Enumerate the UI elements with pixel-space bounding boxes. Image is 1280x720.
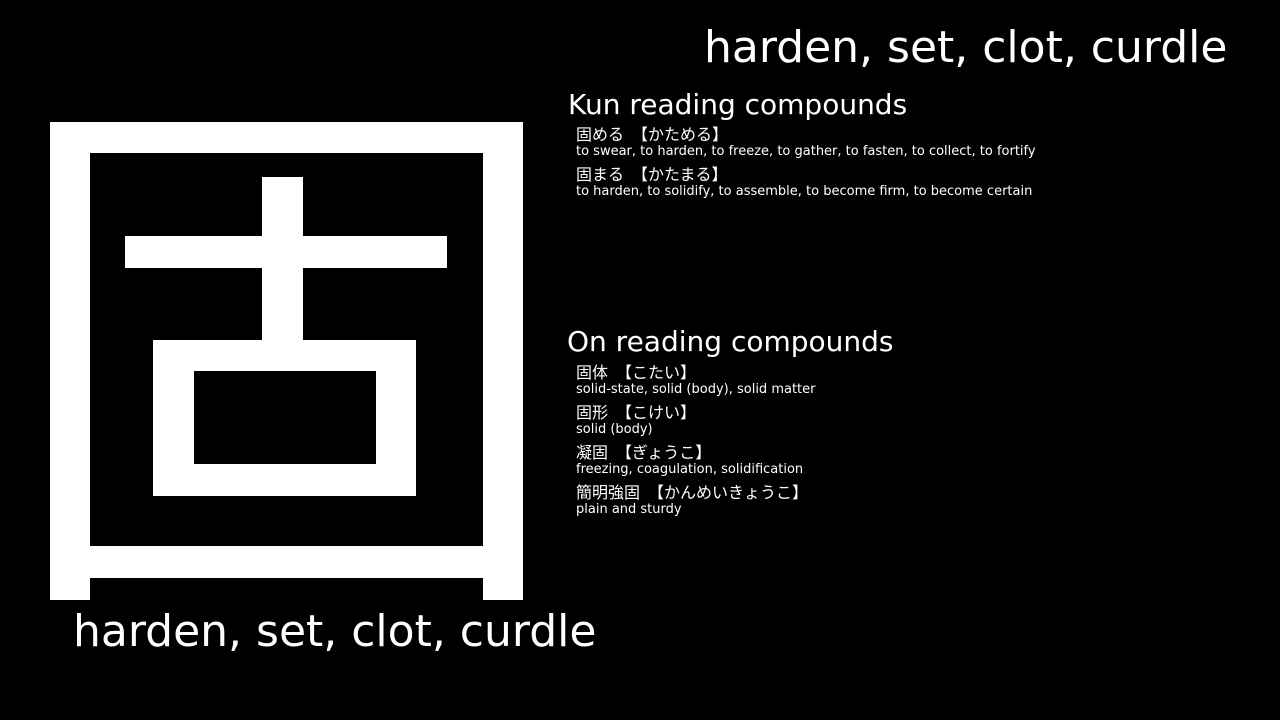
compound-gloss: solid (body)	[576, 422, 653, 437]
compound-gloss: freezing, coagulation, solidification	[576, 462, 804, 477]
compound-heading: 固体 【こたい】	[576, 363, 1256, 382]
kun-compound-list: 固める 【かためる】 to swear, to harden, to freeze…	[576, 125, 1256, 205]
kun-compound-item: 固める 【かためる】 to swear, to harden, to freeze…	[576, 125, 1256, 160]
kanji-stroke-frame-bottom	[50, 546, 523, 578]
compound-reading: 【かためる】	[632, 125, 729, 144]
on-compound-item: 固形 【こけい】 solid (body)	[576, 403, 1256, 438]
on-compound-list: 固体 【こたい】 solid-state, solid (body), solid…	[576, 363, 1256, 523]
kanji-glyph	[40, 110, 534, 610]
compound-gloss: plain and sturdy	[576, 502, 682, 517]
compound-word: 簡明強固	[576, 483, 641, 502]
compound-heading: 簡明強固 【かんめいきょうこ】	[576, 483, 1256, 502]
compound-heading: 固形 【こけい】	[576, 403, 1256, 422]
kanji-stroke-frame-top	[50, 122, 523, 153]
kanji-stroke-vertical	[262, 177, 303, 341]
on-compound-item: 簡明強固 【かんめいきょうこ】 plain and sturdy	[576, 483, 1256, 518]
compound-gloss: solid-state, solid (body), solid matter	[576, 382, 816, 397]
kun-section-title: Kun reading compounds	[568, 88, 908, 121]
kanji-stroke-mouth-bottom	[153, 464, 416, 496]
kanji-stroke-frame-left	[50, 122, 90, 600]
compound-word: 固形	[576, 403, 609, 422]
compound-heading: 固める 【かためる】	[576, 125, 1256, 144]
compound-gloss: to harden, to solidify, to assemble, to …	[576, 184, 1033, 199]
compound-word: 凝固	[576, 443, 609, 462]
compound-reading: 【こけい】	[616, 403, 697, 422]
kanji-glyph-icon	[50, 122, 523, 600]
compound-word: 固体	[576, 363, 609, 382]
compound-reading: 【かたまる】	[632, 165, 728, 184]
compound-reading: 【ぎょうこ】	[616, 443, 712, 462]
compound-heading: 凝固 【ぎょうこ】	[576, 443, 1256, 462]
kanji-meaning-footer: harden, set, clot, curdle	[73, 606, 597, 657]
on-compound-item: 固体 【こたい】 solid-state, solid (body), solid…	[576, 363, 1256, 398]
compound-reading: 【こたい】	[616, 363, 697, 382]
compound-gloss: to swear, to harden, to freeze, to gathe…	[576, 144, 1036, 159]
compound-heading: 固まる 【かたまる】	[576, 165, 1256, 184]
compound-word: 固まる	[576, 165, 625, 184]
kanji-stroke-frame-right	[483, 122, 523, 600]
on-compound-item: 凝固 【ぎょうこ】 freezing, coagulation, solidifi…	[576, 443, 1256, 478]
kun-compound-item: 固まる 【かたまる】 to harden, to solidify, to ass…	[576, 165, 1256, 200]
compound-word: 固める	[576, 125, 625, 144]
kanji-meaning-header: harden, set, clot, curdle	[704, 22, 1228, 73]
on-section-title: On reading compounds	[567, 325, 894, 358]
compound-reading: 【かんめいきょうこ】	[648, 483, 809, 502]
